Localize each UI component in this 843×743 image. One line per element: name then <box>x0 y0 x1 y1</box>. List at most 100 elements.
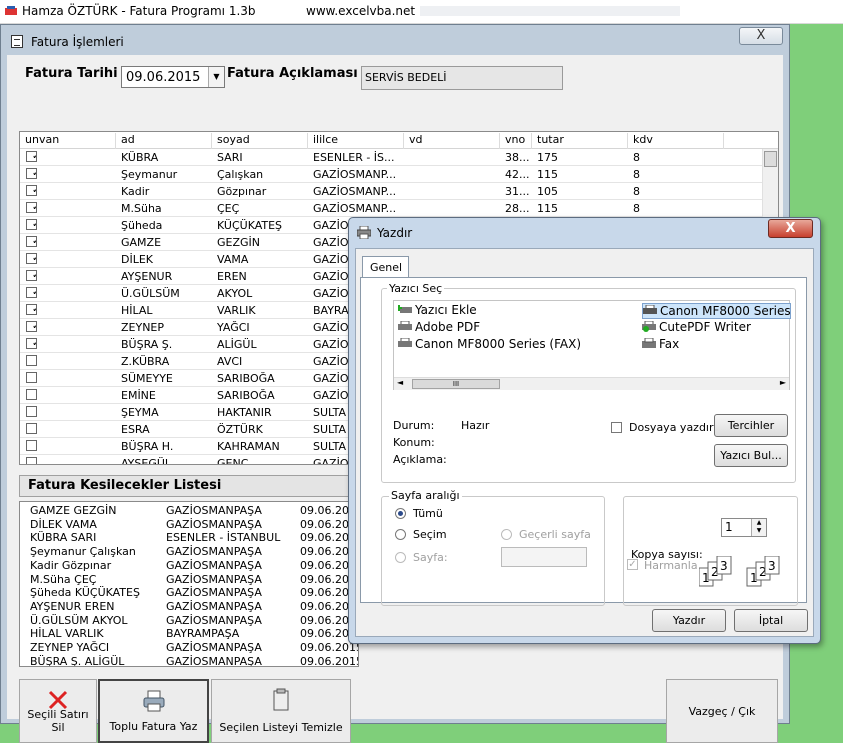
cell-soyad: Gözpınar <box>217 185 267 198</box>
page-range-label: Sayfa aralığı <box>389 489 462 502</box>
print-close-button[interactable]: X <box>768 219 813 238</box>
find-printer-button[interactable]: Yazıcı Bul... <box>714 444 788 467</box>
status-label: Durum: <box>393 419 435 432</box>
list-item[interactable]: AYŞENUR EREN GAZİOSMANPAŞA 09.06.2015 <box>20 600 358 614</box>
row-checkbox[interactable]: ✓ <box>26 168 37 179</box>
cell-kdv: 8 <box>633 151 640 164</box>
cell-ad: Kadir <box>121 185 150 198</box>
printer-item-add[interactable]: Yazıcı Ekle <box>398 303 477 319</box>
cell-soyad: SARI <box>217 151 243 164</box>
list-item[interactable]: M.Süha ÇEÇ GAZİOSMANPAŞA 09.06.2015 <box>20 572 358 587</box>
cell-ad: M.Süha <box>121 202 162 215</box>
cell-ililce: GAZİOSMANP... <box>313 185 397 198</box>
row-checkbox[interactable] <box>26 423 37 434</box>
row-checkbox[interactable]: ✓ <box>26 304 37 315</box>
row-checkbox[interactable] <box>26 372 37 383</box>
column-header[interactable]: ad <box>116 133 212 149</box>
print-to-file-checkbox[interactable] <box>611 422 622 433</box>
column-header[interactable]: vno <box>500 133 532 149</box>
date-picker[interactable]: 09.06.2015 ▼ <box>121 66 225 88</box>
cancel-button[interactable]: İptal <box>734 609 808 632</box>
printer-item-canon-selected[interactable]: Canon MF8000 Series UF <box>642 303 791 319</box>
stepper-arrows-icon[interactable]: ▲ ▼ <box>751 519 766 536</box>
row-checkbox[interactable] <box>26 355 37 366</box>
printer-list[interactable]: Yazıcı Ekle Adobe PDF Canon MF8000 Serie… <box>393 300 791 390</box>
row-checkbox[interactable]: ✓ <box>26 185 37 196</box>
exit-button[interactable]: Vazgeç / Çık <box>666 679 778 743</box>
general-tab-pane: Yazıcı Seç Yazıcı Ekle Adobe PDF Canon M… <box>360 277 807 606</box>
add-printer-icon <box>398 305 412 313</box>
list-item[interactable]: HİLAL VARLIK BAYRAMPAŞA 09.06.2015 <box>20 627 358 641</box>
list-item[interactable]: KÜBRA SARI ESENLER - İSTANBUL 09.06.2015 <box>20 531 358 545</box>
scroll-left-arrow[interactable]: ◄ <box>397 378 403 387</box>
column-header[interactable]: vd <box>404 133 500 149</box>
list-item-place: GAZİOSMANPAŞA <box>166 545 262 559</box>
column-header[interactable]: ililce <box>308 133 404 149</box>
pages-input[interactable] <box>501 547 587 567</box>
printer-item-canon-fax[interactable]: Canon MF8000 Series (FAX) <box>398 337 581 353</box>
printer-group-label: Yazıcı Seç <box>387 282 445 295</box>
table-row[interactable]: ✓ Kadir Gözpınar GAZİOSMANP... 31... 105 8 <box>20 183 764 200</box>
clear-list-button[interactable]: Seçilen Listeyi Temizle <box>211 679 351 743</box>
list-item[interactable]: ZEYNEP YAĞCI GAZİOSMANPAŞA 09.06.2015 <box>20 641 358 655</box>
column-header[interactable]: unvan <box>20 133 116 149</box>
preferences-button[interactable]: Tercihler <box>714 414 788 437</box>
row-checkbox[interactable]: ✓ <box>26 151 37 162</box>
print-all-button[interactable]: Toplu Fatura Yaz <box>98 679 209 743</box>
description-field[interactable]: SERVİS BEDELİ <box>361 66 563 90</box>
scroll-right-arrow[interactable]: ► <box>780 378 786 387</box>
row-checkbox[interactable] <box>26 389 37 400</box>
table-row[interactable]: ✓ Şeymanur Çalışkan GAZİOSMANP... 42... 115 8 <box>20 166 764 183</box>
row-checkbox[interactable]: ✓ <box>26 287 37 298</box>
printer-hscrollbar[interactable]: ◄ III ► <box>394 377 789 390</box>
list-item[interactable]: Kadir Gözpınar GAZİOSMANPAŞA 09.06.2015 <box>20 559 358 573</box>
column-header[interactable]: soyad <box>212 133 308 149</box>
list-item-name: DİLEK VAMA <box>30 517 97 531</box>
list-item[interactable]: Ü.GÜLSÜM AKYOL GAZİOSMANPAŞA 09.06.2015 <box>20 614 358 628</box>
cell-kdv: 8 <box>633 168 640 181</box>
printer-item-adobe[interactable]: Adobe PDF <box>398 320 480 336</box>
fatura-close-button[interactable]: X <box>739 27 783 45</box>
printer-item-cutepdf[interactable]: CutePDF Writer <box>642 320 751 336</box>
column-header[interactable]: tutar <box>532 133 628 149</box>
list-item-name: GAMZE GEZGİN <box>30 504 117 517</box>
row-checkbox[interactable] <box>26 457 37 464</box>
tab-genel[interactable]: Genel <box>362 256 409 278</box>
delete-row-button[interactable]: Seçili Satırı Sil <box>19 679 97 743</box>
row-checkbox[interactable] <box>26 406 37 417</box>
copies-stepper[interactable]: 1 ▲ ▼ <box>721 518 767 537</box>
printer-scroll-thumb[interactable]: III <box>412 379 500 389</box>
cell-ad: GAMZE <box>121 236 162 249</box>
list-item[interactable]: DİLEK VAMA GAZİOSMANPAŞA 09.06.2015 <box>20 517 358 532</box>
list-scroll-thumb[interactable] <box>764 151 777 167</box>
row-checkbox[interactable]: ✓ <box>26 270 37 281</box>
row-checkbox[interactable]: ✓ <box>26 338 37 349</box>
cell-vno: 42... <box>505 168 530 181</box>
chevron-down-icon[interactable]: ▼ <box>208 67 224 87</box>
row-checkbox[interactable]: ✓ <box>26 236 37 247</box>
range-all-radio[interactable] <box>395 508 406 519</box>
row-checkbox[interactable]: ✓ <box>26 202 37 213</box>
collate-checkbox[interactable]: ✓ <box>627 559 638 570</box>
app-title: Hamza ÖZTÜRK - Fatura Programı 1.3b <box>22 4 256 18</box>
range-pages-radio[interactable] <box>395 552 406 563</box>
row-checkbox[interactable]: ✓ <box>26 253 37 264</box>
column-header[interactable]: kdv <box>628 133 724 149</box>
fatura-window-title: Fatura İşlemleri <box>31 35 124 49</box>
list-item[interactable]: BÜŞRA Ş. ALİGÜL GAZİOSMANPAŞA 09.06.2015 <box>20 655 358 666</box>
range-current-radio[interactable] <box>501 529 512 540</box>
table-row[interactable]: ✓ M.Süha ÇEÇ GAZİOSMANP... 28... 115 8 <box>20 200 764 217</box>
list-item[interactable]: Şüheda KÜÇÜKATEŞ GAZİOSMANPAŞA 09.06.2015 <box>20 586 358 600</box>
row-checkbox[interactable] <box>26 440 37 451</box>
list-item[interactable]: Şeymanur Çalışkan GAZİOSMANPAŞA 09.06.2015 <box>20 545 358 559</box>
row-checkbox[interactable]: ✓ <box>26 219 37 230</box>
list-item[interactable]: GAMZE GEZGİN GAZİOSMANPAŞA 09.06.2015 <box>20 504 358 518</box>
list-item-place: GAZİOSMANPAŞA <box>166 572 262 586</box>
cell-ad: EMİNE <box>121 389 156 402</box>
range-selection-radio[interactable] <box>395 529 406 540</box>
invoice-list[interactable]: GAMZE GEZGİN GAZİOSMANPAŞA 09.06.2015 DİLEK… <box>19 501 359 667</box>
row-checkbox[interactable]: ✓ <box>26 321 37 332</box>
table-row[interactable]: ✓ KÜBRA SARI ESENLER - İS... 38... 175 8 <box>20 149 764 166</box>
printer-item-fax[interactable]: Fax <box>642 337 679 353</box>
print-button[interactable]: Yazdır <box>652 609 726 632</box>
